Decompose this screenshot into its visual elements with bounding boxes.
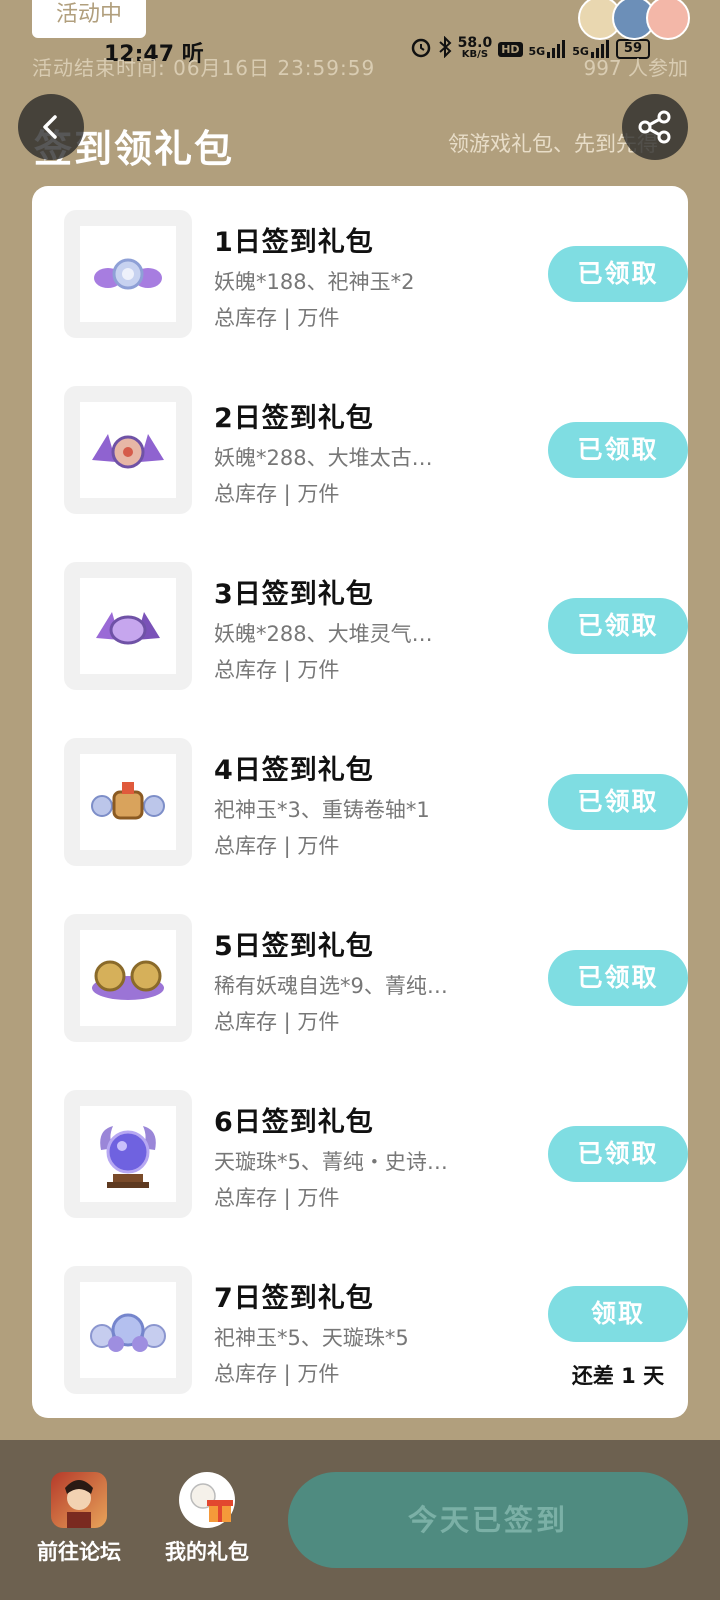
- gift-stock: 总库存 | 万件: [214, 834, 340, 858]
- gift-stock: 总库存 | 万件: [214, 306, 340, 330]
- gift-title: 3日签到礼包: [214, 579, 374, 610]
- claimed-button[interactable]: 已领取: [548, 1126, 688, 1182]
- activity-status-tag: 活动中: [32, 0, 146, 38]
- claimed-button[interactable]: 已领取: [548, 598, 688, 654]
- gift-item: 4日签到礼包 祀神玉*3、重铸卷轴*1 总库存 | 万件 已领取: [64, 738, 688, 866]
- claimed-button[interactable]: 已领取: [548, 246, 688, 302]
- gift-image: [80, 226, 176, 322]
- forum-label: 前往论坛: [37, 1540, 121, 1564]
- gift-thumbnail: [64, 914, 192, 1042]
- gift-image: [80, 930, 176, 1026]
- gift-title: 4日签到礼包: [214, 755, 374, 786]
- forum-button[interactable]: 前往论坛: [24, 1472, 134, 1566]
- bottom-bar: 前往论坛 我的礼包 今天已签到: [0, 1440, 720, 1600]
- gift-thumbnail: [64, 1090, 192, 1218]
- gift-title: 1日签到礼包: [214, 227, 374, 258]
- gift-description: 祀神玉*5、天璇珠*5: [214, 1326, 409, 1350]
- gift-image: [80, 754, 176, 850]
- gift-thumbnail: [64, 738, 192, 866]
- share-button[interactable]: [622, 94, 688, 160]
- gift-description: 妖魄*288、大堆灵气…: [214, 622, 433, 646]
- gift-description: 天璇珠*5、菁纯・史诗…: [214, 1150, 448, 1174]
- days-remaining: 还差 1 天: [571, 1364, 665, 1388]
- gift-list-card: 1日签到礼包 妖魄*188、祀神玉*2 总库存 | 万件 已领取 2日签到礼包 …: [32, 186, 688, 1418]
- participant-avatars: [578, 0, 690, 40]
- gift-title: 2日签到礼包: [214, 403, 374, 434]
- net-speed-unit: KB/S: [461, 49, 489, 60]
- signal-bars-icon: [547, 40, 566, 58]
- activity-end-time: 活动结束时间: 06月16日 23:59:59: [32, 56, 376, 80]
- gift-image: [80, 1282, 176, 1378]
- back-button[interactable]: [18, 94, 84, 160]
- gift-description: 祀神玉*3、重铸卷轴*1: [214, 798, 430, 822]
- gift-item: 2日签到礼包 妖魄*288、大堆太古… 总库存 | 万件 已领取: [64, 386, 688, 514]
- gift-thumbnail: [64, 1266, 192, 1394]
- gift-item: 5日签到礼包 稀有妖魂自选*9、菁纯… 总库存 | 万件 已领取: [64, 914, 688, 1042]
- signal-5g-1: 5G: [529, 40, 567, 58]
- gift-thumbnail: [64, 386, 192, 514]
- my-gifts-button[interactable]: 我的礼包: [152, 1472, 262, 1566]
- gift-description: 稀有妖魂自选*9、菁纯…: [214, 974, 448, 998]
- hd-badge: HD: [498, 41, 523, 57]
- gift-title: 6日签到礼包: [214, 1107, 374, 1138]
- gift-thumbnail: [64, 210, 192, 338]
- gift-item: 1日签到礼包 妖魄*188、祀神玉*2 总库存 | 万件 已领取: [64, 210, 688, 338]
- gift-stock: 总库存 | 万件: [214, 1362, 340, 1386]
- claimed-button[interactable]: 已领取: [548, 774, 688, 830]
- gift-image: [80, 402, 176, 498]
- chevron-left-icon: [43, 115, 57, 139]
- net-speed: 58.0 KB/S: [457, 35, 493, 61]
- gift-image: [80, 1106, 176, 1202]
- gift-item: 6日签到礼包 天璇珠*5、菁纯・史诗… 总库存 | 万件 已领取: [64, 1090, 688, 1218]
- gift-description: 妖魄*288、大堆太古…: [214, 446, 433, 470]
- gift-stock: 总库存 | 万件: [214, 1010, 340, 1034]
- net-speed-value: 58.0: [457, 35, 493, 51]
- gift-stock: 总库存 | 万件: [214, 658, 340, 682]
- claimed-button[interactable]: 已领取: [548, 950, 688, 1006]
- participant-count: 997 人参加: [583, 56, 688, 80]
- gift-thumbnail: [64, 562, 192, 690]
- my-gifts-label: 我的礼包: [165, 1540, 249, 1564]
- share-icon: [638, 110, 671, 144]
- gift-stock: 总库存 | 万件: [214, 482, 340, 506]
- signal-label-1: 5G: [528, 45, 546, 58]
- gift-title: 5日签到礼包: [214, 931, 374, 962]
- gift-title: 7日签到礼包: [214, 1283, 374, 1314]
- claimed-button[interactable]: 已领取: [548, 422, 688, 478]
- alarm-icon: [410, 36, 432, 62]
- checked-in-today-button[interactable]: 今天已签到: [288, 1472, 688, 1568]
- forum-icon: [51, 1472, 107, 1528]
- gift-stock: 总库存 | 万件: [214, 1186, 340, 1210]
- claim-button[interactable]: 领取: [548, 1286, 688, 1342]
- gift-item: 3日签到礼包 妖魄*288、大堆灵气… 总库存 | 万件 已领取: [64, 562, 688, 690]
- avatar: [646, 0, 690, 40]
- bluetooth-icon: [438, 35, 452, 62]
- gift-description: 妖魄*188、祀神玉*2: [214, 270, 415, 294]
- gift-image: [80, 578, 176, 674]
- gift-item: 7日签到礼包 祀神玉*5、天璇珠*5 总库存 | 万件 领取 还差 1 天: [64, 1266, 688, 1394]
- gift-box-icon: [179, 1472, 235, 1528]
